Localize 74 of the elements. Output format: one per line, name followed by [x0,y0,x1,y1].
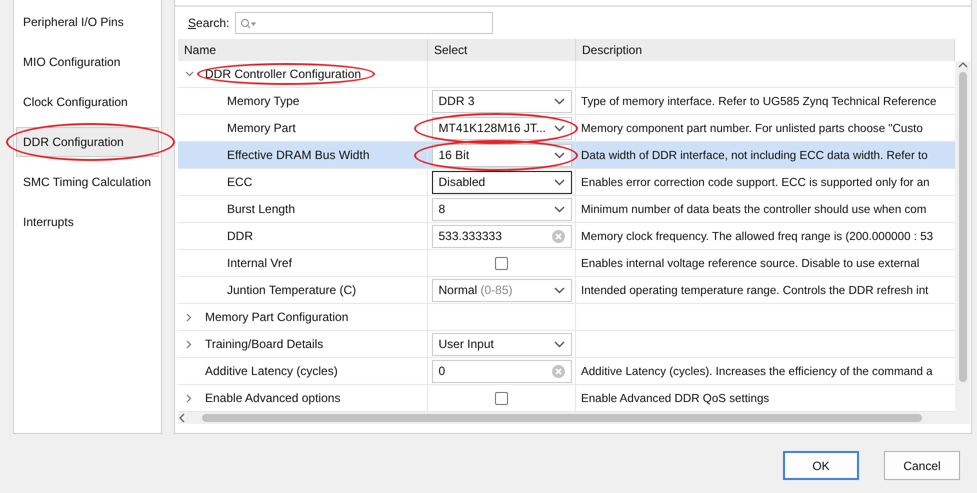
table-row[interactable]: Memory Type DDR 3 Type of memory interface. Refer to UG585 Zynq Technical Reference [178,88,955,115]
table-row[interactable]: ECC Disabled Enables error correction code support. ECC is supported only for an [178,169,955,196]
row-label: Burst Length [227,202,296,216]
search-icon [240,18,258,28]
chevron-down-icon [554,124,564,132]
input-field[interactable]: 533.333333 [432,224,572,248]
search-label: Search: [188,16,230,30]
chevron-down-icon [554,98,564,104]
chevron-down-icon [554,206,564,212]
description-text: Type of memory interface. Refer to UG585 Zynq Technical Reference [581,94,936,108]
scroll-up-icon[interactable] [958,61,968,68]
row-label: Memory Part Configuration [205,310,348,324]
row-label: DDR [227,229,253,243]
row-label: DDR Controller Configuration [205,67,362,81]
row-label: Memory Part [227,121,296,135]
horizontal-scrollbar[interactable] [178,412,970,424]
description-text: Enable Advanced DDR QoS settings [581,392,770,404]
sidebar-item[interactable]: SMC Timing Calculation [16,167,159,197]
chevron-down-icon [554,152,564,158]
row-label: Effective DRAM Bus Width [227,148,370,162]
input-field[interactable]: 0 [432,360,572,382]
chevron-right-icon[interactable] [186,340,192,348]
table-row[interactable]: Memory Part Configuration [178,304,955,331]
vertical-scrollbar[interactable] [955,61,970,412]
dropdown[interactable]: 8 [432,198,572,220]
table-row[interactable]: Additive Latency (cycles) 0 Additive Latency (cycles). Increases the efficiency of the command a [178,358,955,385]
scroll-left-icon[interactable] [178,413,186,423]
chevron-down-icon[interactable] [184,71,194,77]
row-label: Juntion Temperature (C) [227,283,356,297]
dropdown[interactable]: DDR 3 [432,90,572,112]
dropdown[interactable]: 16 Bit [432,144,572,166]
table-row[interactable]: Juntion Temperature (C) Normal (0-85) Intended operating temperature range. Controls the DDR refresh int [178,277,955,304]
sidebar-item[interactable]: DDR Configuration [16,127,159,157]
row-label: Training/Board Details [205,337,324,351]
sidebar-item[interactable]: MIO Configuration [16,47,159,77]
sidebar-item[interactable]: Peripheral I/O Pins [16,7,159,37]
table-row[interactable]: Internal Vref Enables internal voltage reference source. Disable to use external [178,250,955,277]
table-row[interactable]: Effective DRAM Bus Width 16 Bit Data width of DDR interface, not including ECC data width. Refer to [178,142,955,169]
table-row[interactable]: Training/Board Details User Input [178,331,955,358]
description-text: Memory component part number. For unlisted parts choose "Custo [581,122,923,134]
description-text: Minimum number of data beats the controller should use when com [581,202,926,216]
checkbox[interactable] [495,256,508,270]
chevron-right-icon[interactable] [186,312,192,322]
row-label: Memory Type [227,94,300,108]
description-text: Enables internal voltage reference source. Disable to use external [581,256,920,270]
row-label: Internal Vref [227,256,292,270]
chevron-down-icon [554,286,564,294]
column-header[interactable]: Select [428,39,576,61]
dropdown[interactable]: Disabled [432,170,572,194]
table-row[interactable]: DDR Controller Configuration [178,61,955,88]
description-text: Enables error correction code support. ECC is supported only for an [581,176,930,188]
chevron-down-icon [554,178,564,186]
table-row[interactable]: DDR 533.333333 Memory clock frequency. The allowed freq range is (200.000000 : 53 [178,223,955,250]
chevron-down-icon [554,340,564,348]
description-text: Additive Latency (cycles). Increases the efficiency of the command a [581,364,933,378]
checkbox[interactable] [495,392,508,404]
description-text: Data width of DDR interface, not including ECC data width. Refer to [581,148,928,162]
description-text: Memory clock frequency. The allowed freq range is (200.000000 : 53 [581,230,934,242]
row-label: Additive Latency (cycles) [205,364,338,378]
chevron-right-icon[interactable] [186,394,192,402]
column-header[interactable]: Name [178,39,428,61]
dropdown[interactable]: MT41K128M16 JT... [432,116,572,140]
sidebar-item[interactable]: Interrupts [16,207,159,237]
row-label: Enable Advanced options [205,391,340,405]
dropdown[interactable]: User Input [432,332,572,356]
ok-button[interactable]: OK [783,451,859,480]
row-label: ECC [227,175,252,189]
column-header[interactable]: Description [576,39,955,61]
cancel-button[interactable]: Cancel [884,451,960,480]
table-row[interactable]: Burst Length 8 Minimum number of data beats the controller should use when com [178,196,955,223]
description-text: Intended operating temperature range. Controls the DDR refresh int [581,284,928,296]
search-field[interactable] [235,12,494,34]
sidebar-item[interactable]: Clock Configuration [16,87,159,117]
dropdown[interactable]: Normal (0-85) [432,278,572,302]
